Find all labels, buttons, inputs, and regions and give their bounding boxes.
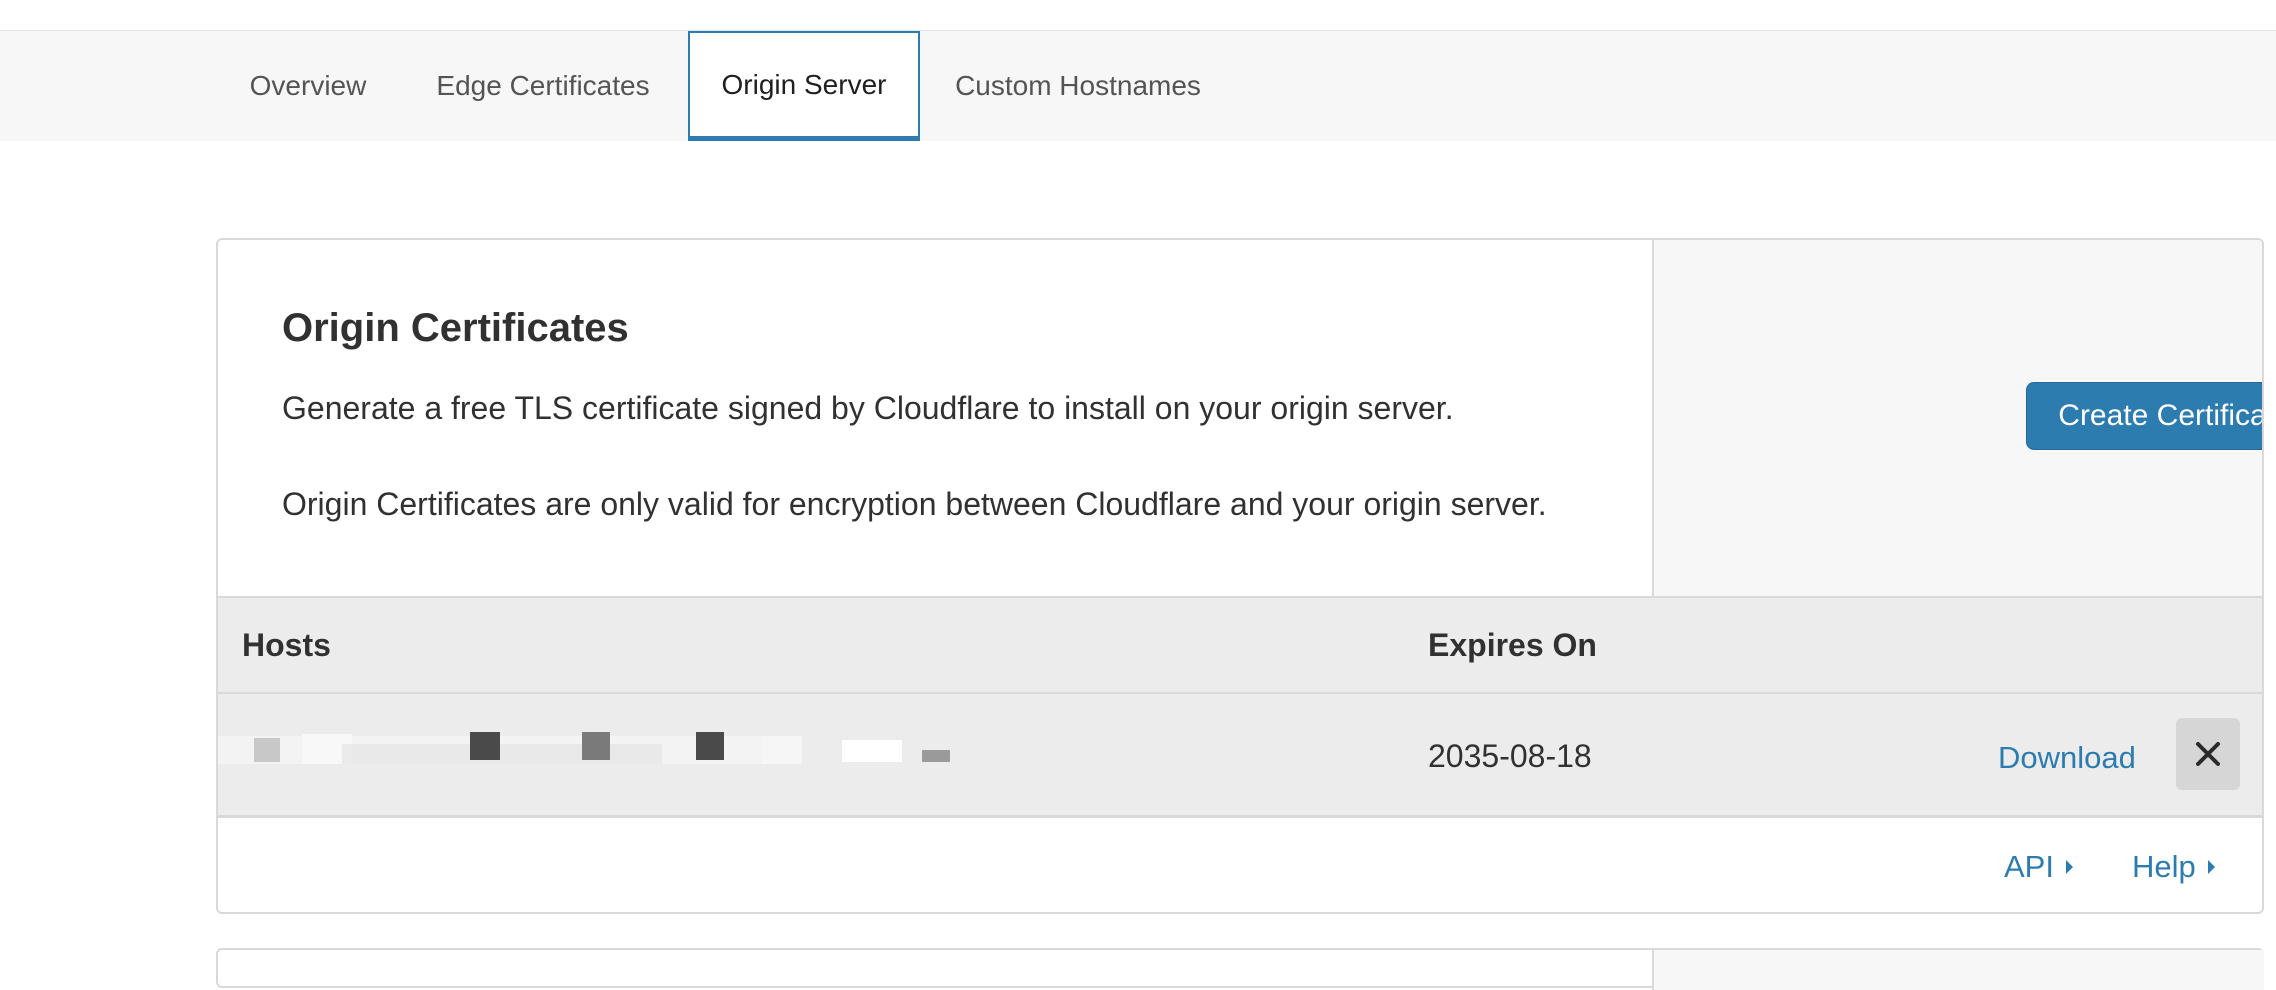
api-link-label: API: [2004, 849, 2054, 884]
delete-certificate-button[interactable]: [2176, 718, 2240, 790]
hosts-redacted: [218, 730, 972, 774]
tab-overview[interactable]: Overview: [216, 31, 400, 141]
tab-custom-hostnames[interactable]: Custom Hostnames: [936, 31, 1220, 141]
card-description-panel: Origin Certificates Generate a free TLS …: [218, 240, 1652, 596]
next-card: [216, 948, 2264, 990]
api-link[interactable]: API: [2004, 818, 2073, 912]
help-link[interactable]: Help: [2132, 818, 2215, 912]
expires-on-value: 2035-08-18: [1428, 737, 1592, 774]
help-link-label: Help: [2132, 849, 2196, 884]
create-certificate-button[interactable]: Create Certificate: [2026, 382, 2262, 450]
next-card-action-panel: [1652, 950, 2264, 990]
origin-certificates-card: Origin Certificates Generate a free TLS …: [216, 238, 2264, 914]
card-description-2: Origin Certificates are only valid for e…: [282, 486, 1547, 522]
tab-edge-certificates[interactable]: Edge Certificates: [412, 31, 674, 141]
card-title: Origin Certificates: [282, 306, 629, 350]
card-description-1: Generate a free TLS certificate signed b…: [282, 390, 1454, 426]
caret-right-icon: [2065, 860, 2073, 874]
caret-right-icon: [2207, 860, 2215, 874]
column-header-hosts: Hosts: [242, 626, 331, 663]
column-header-expires-on: Expires On: [1428, 626, 1597, 663]
table-row: 2035-08-18 Download: [218, 694, 2262, 818]
table-header: Hosts Expires On: [218, 596, 2262, 694]
card-action-panel: Create Certificate: [1652, 240, 2262, 596]
download-link[interactable]: Download: [1998, 694, 2136, 822]
top-strip: [0, 0, 2276, 31]
tab-bar: Overview Edge Certificates Origin Server…: [0, 31, 2276, 141]
close-icon: [2196, 742, 2220, 766]
tab-origin-server[interactable]: Origin Server: [688, 31, 920, 141]
